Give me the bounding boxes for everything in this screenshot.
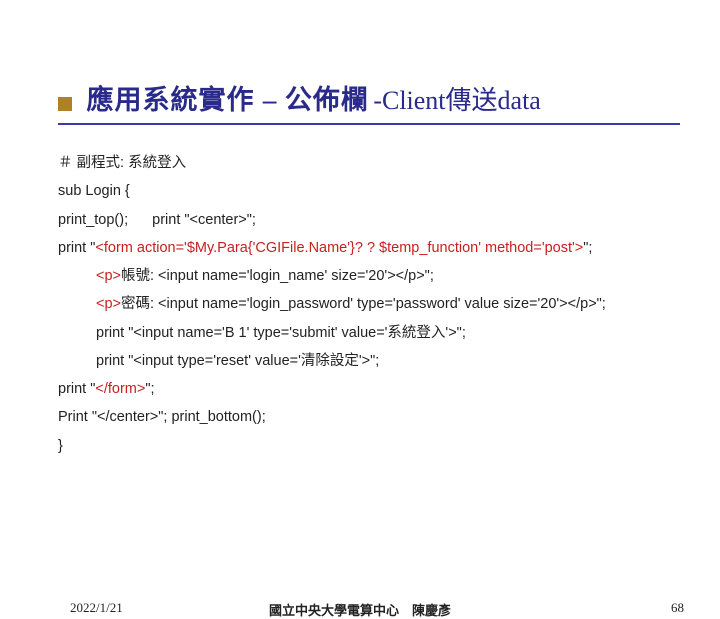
code-text: print " — [58, 240, 95, 256]
title-bar: 應用系統實作 – 公佈欄 -Client傳送data — [58, 78, 680, 125]
title-suffix: -Client傳送data — [373, 86, 541, 115]
code-line: } — [58, 432, 690, 460]
code-line: ＃ 副程式: 系統登入 — [58, 149, 690, 177]
code-text: print_top(); — [58, 212, 128, 228]
code-line: <p>密碼: <input name='login_password' type… — [58, 290, 690, 318]
code-text: print " — [58, 381, 95, 397]
code-block: ＃ 副程式: 系統登入 sub Login { print_top(); pri… — [58, 149, 690, 460]
title-part2: 公佈欄 — [285, 85, 369, 115]
code-text: "; — [583, 240, 592, 256]
code-red: <form action='$My.Para{'CGIFile.Name'}? … — [95, 240, 583, 256]
code-red: <p> — [96, 268, 121, 284]
code-line: print "<input name='B 1' type='submit' v… — [58, 319, 690, 347]
footer-page: 68 — [671, 600, 684, 616]
code-text: "; — [145, 381, 154, 397]
code-line: print "<form action='$My.Para{'CGIFile.N… — [58, 234, 690, 262]
title-dash: – — [263, 85, 277, 115]
code-red: </form> — [95, 381, 145, 397]
slide: 應用系統實作 – 公佈欄 -Client傳送data ＃ 副程式: 系統登入 s… — [0, 78, 720, 618]
code-line: print "</form>"; — [58, 375, 690, 403]
code-line: print_top(); print "<center>"; — [58, 206, 690, 234]
footer-center: 國立中央大學電算中心 陳慶彥 — [0, 600, 720, 619]
code-line: <p>帳號: <input name='login_name' size='20… — [58, 262, 690, 290]
code-text: print "<center>"; — [152, 212, 256, 228]
title-part1: 應用系統實作 — [86, 85, 254, 115]
code-red: <p> — [96, 296, 121, 312]
code-line: sub Login { — [58, 177, 690, 205]
accent-square-icon — [58, 97, 72, 111]
code-text: 帳號: <input name='login_name' size='20'><… — [121, 268, 434, 284]
code-text: 密碼: <input name='login_password' type='p… — [121, 296, 606, 312]
code-line: Print "</center>"; print_bottom(); — [58, 403, 690, 431]
code-line: print "<input type='reset' value='清除設定'>… — [58, 347, 690, 375]
